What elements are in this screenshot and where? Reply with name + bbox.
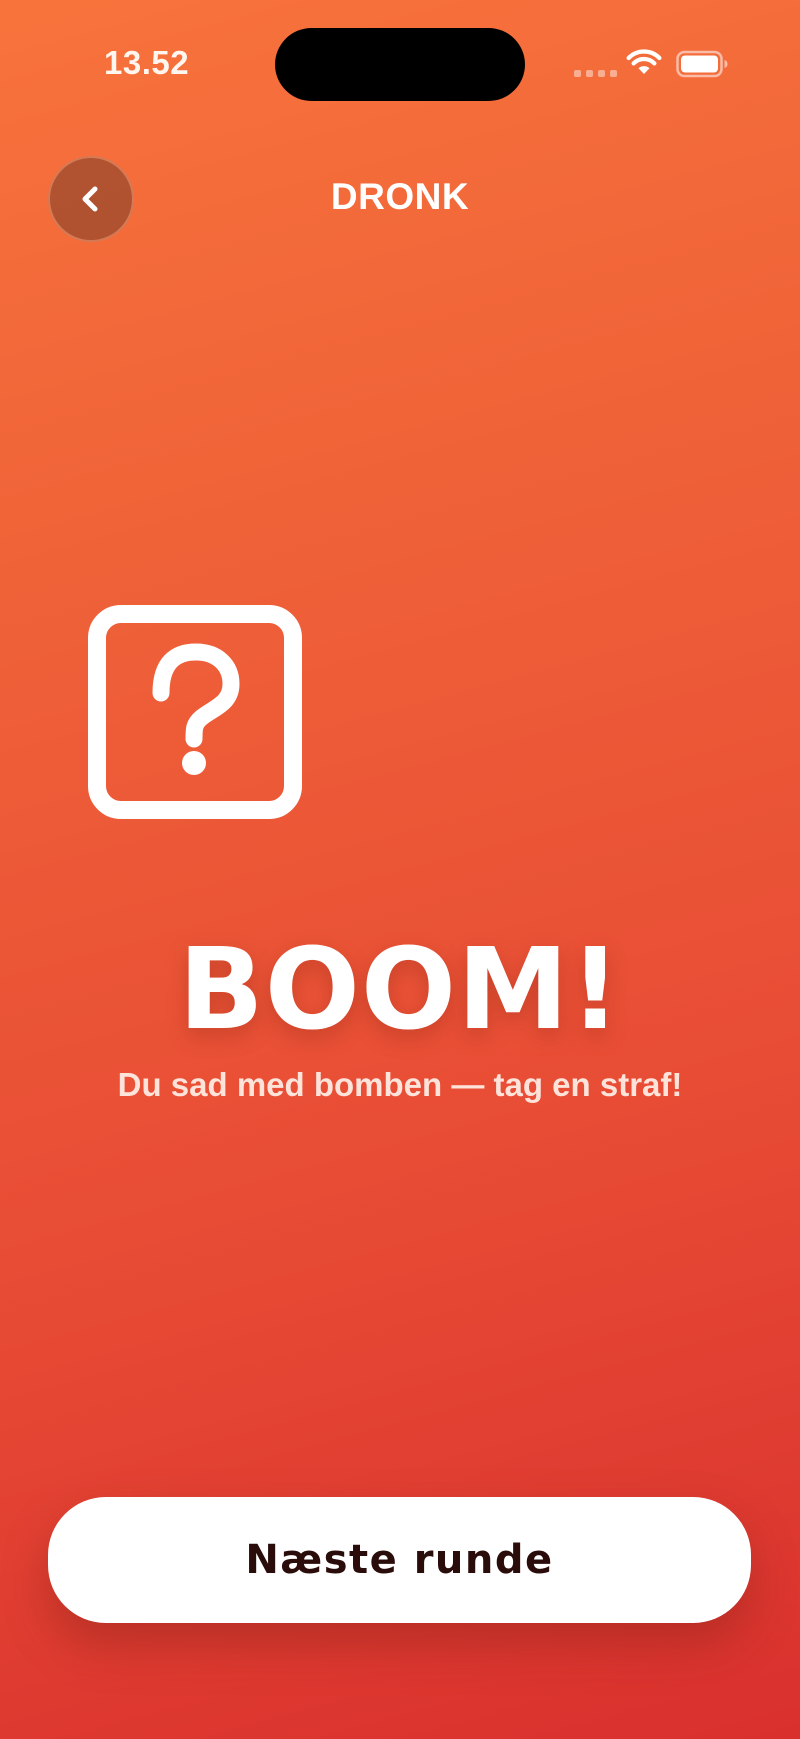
result-title: BOOM! [178, 925, 622, 1055]
question-mark-square-icon [88, 605, 302, 819]
result-subtitle: Du sad med bomben — tag en straf! [117, 1066, 683, 1103]
dynamic-island [275, 28, 525, 101]
battery-icon [676, 50, 728, 78]
status-bar: 13.52 [0, 0, 800, 130]
screen-title: DRONK [330, 176, 470, 217]
cellular-signal-icon [574, 70, 617, 77]
next-round-label: Næste runde [245, 1537, 554, 1583]
next-round-button[interactable]: Næste runde [48, 1497, 751, 1623]
status-time: 13.52 [104, 44, 190, 81]
wifi-icon [626, 49, 662, 74]
